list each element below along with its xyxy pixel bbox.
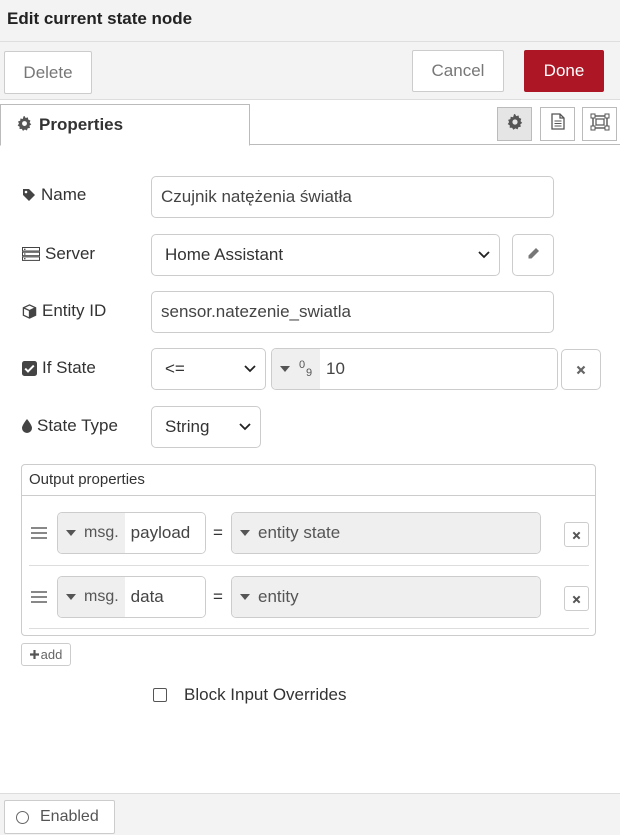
- frame-icon: [590, 113, 610, 136]
- circle-icon: [16, 810, 29, 824]
- description-view-button[interactable]: [540, 107, 575, 141]
- checked-box-icon: [22, 360, 37, 376]
- name-label: Name: [22, 185, 86, 205]
- output-property-input[interactable]: msg. payload: [57, 512, 206, 554]
- tag-icon: [22, 188, 36, 202]
- number-type-icon: 0 9: [299, 359, 313, 379]
- cube-icon: [22, 303, 37, 319]
- block-input-overrides-checkbox[interactable]: [153, 688, 167, 702]
- if-state-type-selector[interactable]: 0 9: [272, 349, 320, 389]
- if-state-label: If State: [22, 358, 96, 378]
- state-type-select[interactable]: String: [151, 406, 261, 448]
- state-type-label: State Type: [22, 416, 118, 436]
- enabled-toggle-button[interactable]: Enabled: [4, 800, 115, 834]
- tab-properties-label: Properties: [39, 115, 124, 134]
- cancel-button[interactable]: Cancel: [412, 50, 504, 92]
- dialog-toolbar: Delete Cancel Done: [0, 42, 620, 100]
- output-value-type-selector[interactable]: entity: [232, 577, 540, 617]
- equals-sign: =: [213, 587, 223, 606]
- drop-icon: [22, 419, 32, 433]
- output-property-value: data: [124, 577, 205, 617]
- plus-icon: [29, 647, 39, 662]
- output-value-input[interactable]: entity: [231, 576, 541, 618]
- properties-view-button[interactable]: [497, 107, 532, 141]
- delete-button[interactable]: Delete: [4, 51, 92, 94]
- caret-down-icon: [240, 594, 250, 600]
- row-divider: [29, 628, 589, 629]
- output-property-input[interactable]: msg. data: [57, 576, 206, 618]
- add-output-button[interactable]: add: [21, 643, 71, 666]
- chevron-down-icon: [478, 251, 490, 259]
- output-value-input[interactable]: entity state: [231, 512, 541, 554]
- block-input-overrides-label: Block Input Overrides: [184, 685, 347, 704]
- output-properties-header: Output properties: [22, 465, 595, 496]
- caret-down-icon: [280, 366, 290, 372]
- output-property-value: payload: [124, 513, 205, 553]
- row-divider: [29, 565, 589, 566]
- server-icon: [22, 247, 40, 261]
- caret-down-icon: [66, 530, 76, 536]
- drag-handle-icon[interactable]: [31, 527, 47, 539]
- name-input[interactable]: Czujnik natężenia światła: [151, 176, 554, 218]
- tab-properties[interactable]: Properties: [0, 104, 250, 146]
- entity-id-input[interactable]: sensor.natezenie_swiatla: [151, 291, 554, 333]
- close-icon: [576, 360, 586, 380]
- output-value-type-selector[interactable]: entity state: [232, 513, 540, 553]
- dialog-title: Edit current state node: [7, 9, 193, 28]
- pencil-icon: [527, 245, 540, 265]
- output-property-type-selector[interactable]: msg.: [58, 577, 125, 617]
- state-type-value: String: [165, 417, 210, 436]
- gear-icon: [17, 115, 32, 135]
- if-state-operator-select[interactable]: <=: [151, 348, 266, 390]
- document-icon: [550, 113, 565, 135]
- edit-server-button[interactable]: [512, 234, 554, 276]
- equals-sign: =: [213, 523, 223, 542]
- server-label: Server: [22, 244, 95, 264]
- entity-id-label: Entity ID: [22, 301, 106, 321]
- gear-icon: [507, 113, 523, 135]
- server-select[interactable]: Home Assistant: [151, 234, 500, 276]
- if-state-value-input[interactable]: 0 9 10: [271, 348, 558, 390]
- dialog-titlebar: Edit current state node: [0, 0, 620, 42]
- dialog-footer: Enabled: [0, 793, 620, 835]
- chevron-down-icon: [239, 423, 251, 431]
- chevron-down-icon: [244, 365, 256, 373]
- caret-down-icon: [240, 530, 250, 536]
- drag-handle-icon[interactable]: [31, 591, 47, 603]
- if-state-value: 10: [320, 349, 557, 389]
- close-icon: [572, 525, 581, 545]
- remove-output-row-button[interactable]: [564, 586, 589, 611]
- caret-down-icon: [66, 594, 76, 600]
- remove-output-row-button[interactable]: [564, 522, 589, 547]
- server-select-value: Home Assistant: [165, 245, 284, 264]
- close-icon: [572, 589, 581, 609]
- appearance-view-button[interactable]: [582, 107, 617, 141]
- done-button[interactable]: Done: [524, 50, 604, 92]
- clear-if-state-button[interactable]: [561, 349, 601, 390]
- if-state-operator-value: <=: [165, 359, 185, 378]
- block-input-overrides-row: Block Input Overrides: [153, 685, 347, 705]
- output-property-type-selector[interactable]: msg.: [58, 513, 125, 553]
